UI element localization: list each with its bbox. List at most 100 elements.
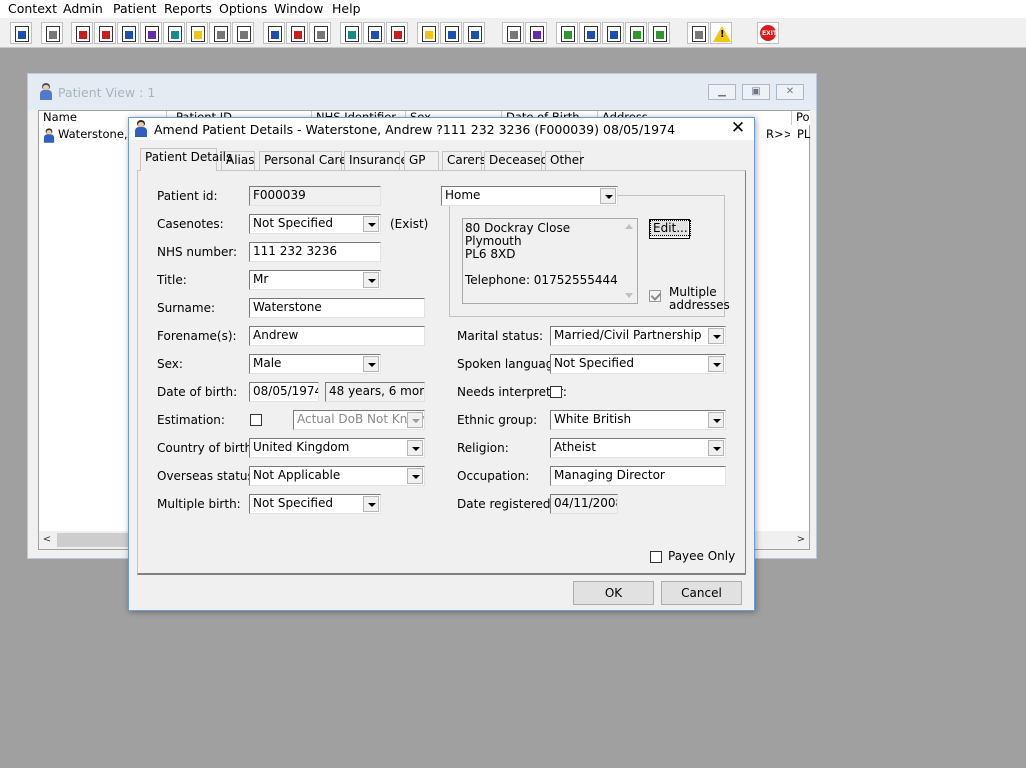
chevron-down-icon[interactable] — [363, 216, 379, 232]
scan-icon[interactable] — [117, 22, 139, 44]
chevron-down-icon[interactable] — [600, 188, 616, 204]
sex-select[interactable]: Male — [249, 354, 381, 374]
search-icon[interactable] — [263, 22, 285, 44]
dialog-titlebar: Amend Patient Details - Waterstone, Andr… — [129, 118, 754, 140]
menu-context[interactable]: Context — [8, 1, 57, 16]
title-select[interactable]: Mr — [249, 270, 381, 290]
payee-only-checkbox[interactable] — [650, 551, 662, 563]
scroll-down-icon[interactable] — [625, 293, 633, 298]
estimation-checkbox[interactable] — [250, 414, 262, 426]
patient-icon[interactable] — [10, 22, 32, 44]
estimation-value: Actual DoB Not Known — [297, 412, 425, 426]
tab-insurance[interactable]: Insurance — [344, 151, 408, 170]
exit-icon[interactable] — [757, 22, 779, 44]
check-icon[interactable] — [648, 22, 670, 44]
sex-value: Male — [253, 356, 282, 370]
chevron-down-icon[interactable] — [363, 356, 379, 372]
ethnic-group-label: Ethnic group: — [457, 413, 538, 427]
tab-other[interactable]: Other — [545, 151, 584, 170]
surname-field[interactable]: Waterstone — [249, 298, 425, 318]
country-of-birth-select[interactable]: United Kingdom — [249, 438, 425, 458]
tab-patient-details[interactable]: Patient Details — [140, 148, 232, 171]
spoken-language-select[interactable]: Not Specified — [550, 354, 726, 374]
tab-carers[interactable]: Carers — [442, 151, 486, 170]
forenames-field[interactable]: Andrew — [249, 326, 425, 346]
gallery-icon[interactable] — [340, 22, 362, 44]
chevron-down-icon[interactable] — [407, 440, 423, 456]
mail-icon[interactable] — [579, 22, 601, 44]
address-type-select[interactable]: Home — [441, 186, 618, 206]
marital-status-select[interactable]: Married/Civil Partnership — [550, 326, 726, 346]
occupation-field[interactable]: Managing Director — [550, 466, 726, 486]
cancel-button[interactable]: Cancel — [661, 581, 742, 605]
address-scrollbar[interactable] — [623, 221, 635, 301]
tab-deceased[interactable]: Deceased — [484, 151, 548, 170]
table-row[interactable]: Waterstone, Andrew — [58, 127, 130, 141]
casenotes-value: Not Specified — [253, 216, 333, 230]
document-icon[interactable] — [502, 22, 524, 44]
close-icon[interactable]: ✕ — [728, 119, 748, 139]
book-icon[interactable] — [71, 22, 93, 44]
m-icon[interactable] — [140, 22, 162, 44]
menu-reports[interactable]: Reports — [164, 1, 212, 16]
edit-address-button[interactable]: Edit... — [649, 219, 691, 239]
scroll-right-icon[interactable]: > — [793, 533, 809, 547]
note-icon[interactable] — [417, 22, 439, 44]
patient-view-title: Patient View : 1 — [58, 85, 156, 100]
ok-button[interactable]: OK — [573, 581, 654, 605]
warning-icon[interactable] — [710, 22, 732, 44]
country-of-birth-value: United Kingdom — [253, 440, 350, 454]
casenotes-select[interactable]: Not Specified — [249, 214, 381, 234]
close-icon[interactable]: ✕ — [776, 84, 804, 100]
screen-icon[interactable] — [309, 22, 331, 44]
chat-icon[interactable] — [363, 22, 385, 44]
minimize-icon[interactable]: ▁ — [708, 84, 736, 100]
signature-icon[interactable] — [463, 22, 485, 44]
chevron-down-icon[interactable] — [708, 328, 724, 344]
menu-patient[interactable]: Patient — [113, 1, 157, 16]
chevron-down-icon[interactable] — [708, 412, 724, 428]
nhs-number-field[interactable]: 111 232 3236 — [249, 242, 381, 262]
refresh-icon[interactable] — [386, 22, 408, 44]
nhs-number-label: NHS number: — [157, 245, 238, 259]
notes-icon[interactable] — [94, 22, 116, 44]
multiple-birth-select[interactable]: Not Specified — [249, 494, 381, 514]
menu-window[interactable]: Window — [274, 1, 323, 16]
ethnic-group-select[interactable]: White British — [550, 410, 726, 430]
menu-help[interactable]: Help — [332, 1, 361, 16]
needs-interpreter-checkbox[interactable] — [550, 386, 562, 398]
chart-icon[interactable] — [525, 22, 547, 44]
marital-status-value: Married/Civil Partnership — [554, 328, 702, 342]
chevron-down-icon[interactable] — [708, 356, 724, 372]
menu-options[interactable]: Options — [219, 1, 267, 16]
restore-icon[interactable]: ▣ — [742, 84, 770, 100]
tab-personal-carers[interactable]: Personal Carers — [259, 151, 358, 170]
edit-icon[interactable] — [186, 22, 208, 44]
clock-icon[interactable] — [286, 22, 308, 44]
printer-icon[interactable] — [41, 22, 63, 44]
patient-id-label: Patient id: — [157, 189, 218, 203]
scroll-up-icon[interactable] — [625, 224, 633, 229]
person-card-icon[interactable] — [232, 22, 254, 44]
chevron-down-icon[interactable] — [407, 468, 423, 484]
dob-field[interactable]: 08/05/1974 — [249, 382, 319, 402]
multiple-birth-label: Multiple birth: — [157, 497, 241, 511]
sort-icon[interactable] — [687, 22, 709, 44]
chevron-down-icon[interactable] — [363, 272, 379, 288]
chevron-down-icon[interactable] — [708, 440, 724, 456]
estimation-select: Actual DoB Not Known — [293, 410, 425, 430]
doctor-icon[interactable] — [163, 22, 185, 44]
globe-icon[interactable] — [556, 22, 578, 44]
message-icon[interactable] — [602, 22, 624, 44]
overseas-status-select[interactable]: Not Applicable — [249, 466, 425, 486]
religion-select[interactable]: Atheist — [550, 438, 726, 458]
download-icon[interactable] — [625, 22, 647, 44]
pen-icon[interactable] — [440, 22, 462, 44]
column-header-postcode[interactable]: Po — [792, 111, 810, 125]
tab-gp[interactable]: GP — [404, 151, 439, 170]
menu-admin[interactable]: Admin — [63, 1, 103, 16]
list-icon[interactable] — [209, 22, 231, 44]
chevron-down-icon[interactable] — [363, 496, 379, 512]
scroll-left-icon[interactable]: < — [39, 533, 55, 547]
payee-only-label: Payee Only — [668, 549, 736, 563]
